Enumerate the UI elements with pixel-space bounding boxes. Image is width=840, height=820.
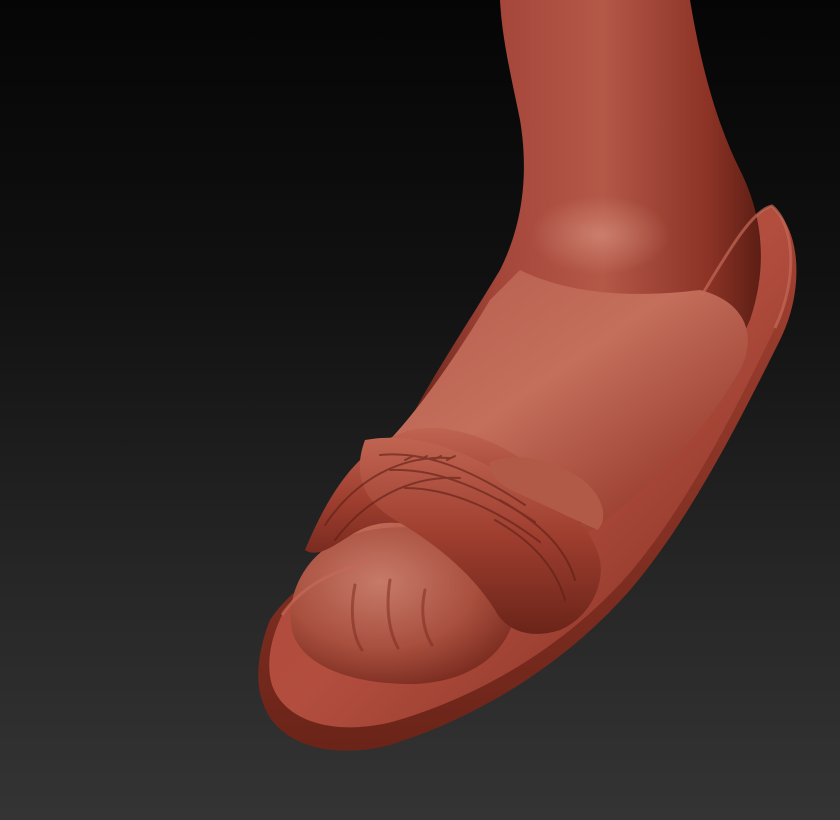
3d-viewport-canvas[interactable]: [0, 0, 840, 820]
ankle-highlight: [530, 195, 670, 275]
sculpt-model[interactable]: [0, 0, 840, 820]
